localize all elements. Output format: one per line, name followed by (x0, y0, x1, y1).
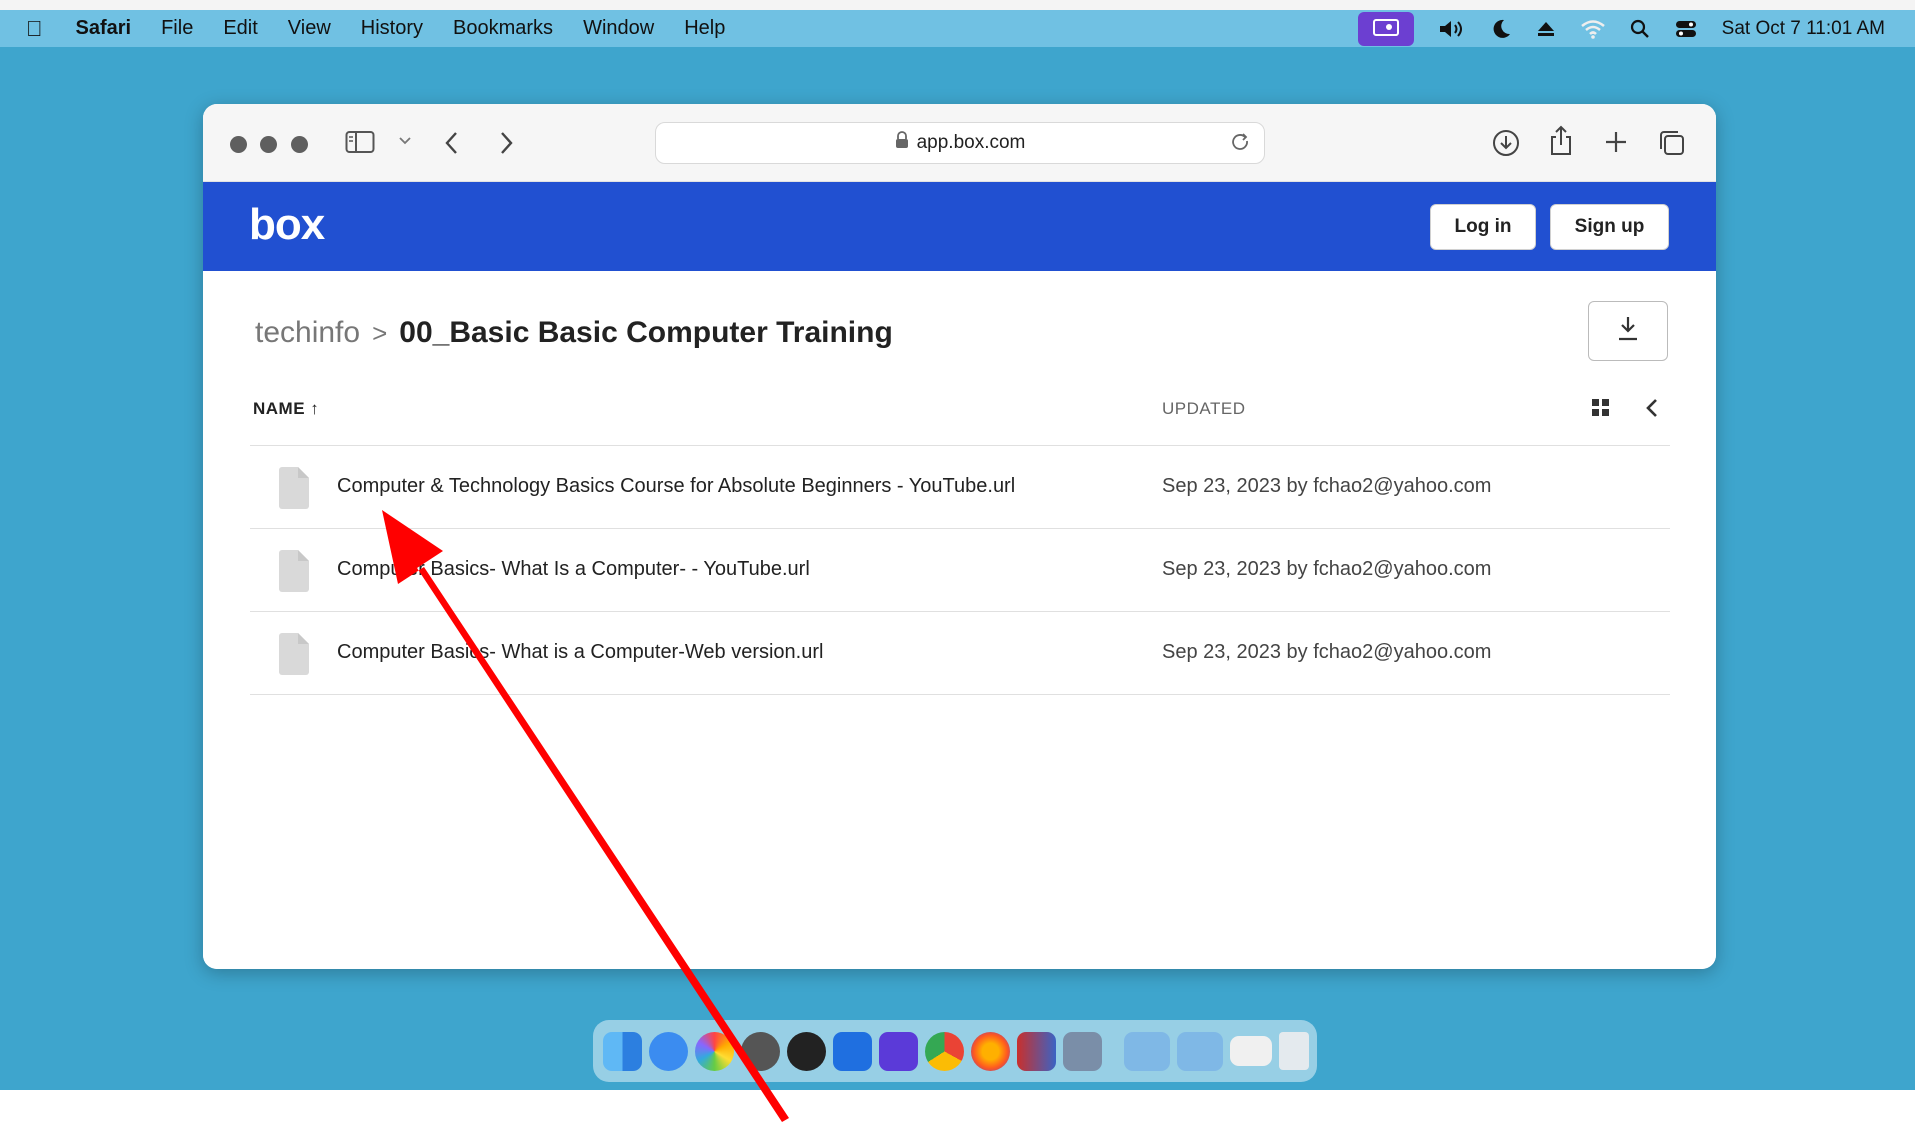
new-tab-icon[interactable] (1604, 130, 1628, 154)
file-icon (276, 549, 312, 598)
file-name-link[interactable]: Computer & Technology Basics Course for … (337, 475, 1015, 498)
table-row[interactable]: Computer Basics- What Is a Computer- - Y… (250, 529, 1670, 612)
downloads-icon[interactable] (1491, 128, 1521, 158)
browser-toolbar: app.box.com (203, 104, 1716, 182)
chevron-left-icon[interactable] (1645, 398, 1659, 423)
eject-icon[interactable] (1536, 10, 1556, 47)
file-name-link[interactable]: Computer Basics- What Is a Computer- - Y… (337, 558, 810, 581)
top-strip (0, 0, 1915, 10)
chevron-down-icon[interactable] (398, 136, 412, 146)
close-window-button[interactable] (230, 136, 247, 153)
menu-clock[interactable]: Sat Oct 7 11:01 AM (1722, 10, 1885, 47)
firefox-icon[interactable] (971, 1031, 1010, 1071)
parallels-icon[interactable] (1017, 1031, 1056, 1071)
grid-view-icon[interactable] (1591, 398, 1611, 423)
menu-app-name[interactable]: Safari (61, 17, 147, 40)
tab-overview-icon[interactable] (1658, 129, 1686, 157)
download-folder-button[interactable] (1588, 301, 1668, 361)
url-text: app.box.com (916, 132, 1026, 153)
safari-window: app.box.com box Log in Sign up techinfo … (203, 104, 1716, 969)
box-logo[interactable]: box (249, 200, 325, 250)
apple-menu-icon[interactable]:  (0, 16, 61, 42)
download-icon (1615, 315, 1641, 348)
forward-icon[interactable] (497, 130, 515, 156)
control-center-icon[interactable] (1674, 10, 1698, 47)
preview-icon[interactable] (1230, 1036, 1272, 1066)
table-row[interactable]: Computer & Technology Basics Course for … (250, 446, 1670, 529)
menu-bar:  Safari File Edit View History Bookmark… (0, 10, 1915, 47)
login-button[interactable]: Log in (1430, 204, 1536, 250)
minimize-window-button[interactable] (260, 136, 277, 153)
volume-icon[interactable] (1438, 10, 1466, 47)
chrome-icon[interactable] (925, 1031, 964, 1071)
file-icon (276, 632, 312, 681)
menu-view[interactable]: View (273, 17, 346, 40)
downloads-folder-icon[interactable] (1124, 1031, 1170, 1071)
photos-icon[interactable] (695, 1031, 734, 1071)
bottom-strip (0, 1090, 1915, 1123)
desktop:  Safari File Edit View History Bookmark… (0, 0, 1915, 1090)
teamviewer-icon[interactable] (833, 1031, 872, 1071)
imovie-icon[interactable] (879, 1031, 918, 1071)
share-icon[interactable] (1548, 125, 1574, 157)
column-header-updated[interactable]: UPDATED (1162, 399, 1245, 419)
address-bar[interactable]: app.box.com (655, 122, 1265, 164)
table-row[interactable]: Computer Basics- What is a Computer-Web … (250, 612, 1670, 695)
column-header-name[interactable]: NAME ↑ (253, 399, 319, 419)
file-updated: Sep 23, 2023 by fchao2@yahoo.com (1162, 641, 1492, 663)
sidebar-toggle-icon[interactable] (345, 130, 375, 154)
speedtest-icon[interactable] (787, 1031, 826, 1071)
page-title: 00_Basic Basic Computer Training (399, 316, 893, 349)
signup-button[interactable]: Sign up (1550, 204, 1669, 250)
applications-folder-icon[interactable] (1177, 1031, 1223, 1071)
menu-bookmarks[interactable]: Bookmarks (438, 17, 568, 40)
menu-help[interactable]: Help (669, 17, 740, 40)
table-header: NAME ↑ UPDATED (250, 371, 1670, 446)
screen-share-icon[interactable] (1357, 11, 1414, 46)
folder-content: techinfo > 00_Basic Basic Computer Train… (203, 271, 1716, 969)
file-updated: Sep 23, 2023 by fchao2@yahoo.com (1162, 475, 1492, 497)
zoom-window-button[interactable] (291, 136, 308, 153)
virtualbox-icon[interactable] (1063, 1031, 1102, 1071)
status-area: Sat Oct 7 11:01 AM (1357, 10, 1885, 47)
trash-icon[interactable] (1279, 1032, 1309, 1070)
menu-file[interactable]: File (146, 17, 208, 40)
breadcrumb: techinfo > 00_Basic Basic Computer Train… (255, 316, 893, 350)
file-icon (276, 466, 312, 515)
wifi-icon[interactable] (1580, 10, 1606, 47)
lock-icon (895, 131, 909, 155)
file-updated: Sep 23, 2023 by fchao2@yahoo.com (1162, 558, 1492, 580)
box-header: box Log in Sign up (203, 182, 1716, 271)
spotlight-search-icon[interactable] (1630, 10, 1650, 47)
focus-moon-icon[interactable] (1490, 10, 1512, 47)
safari-icon[interactable] (649, 1031, 688, 1071)
file-name-link[interactable]: Computer Basics- What is a Computer-Web … (337, 641, 823, 664)
reload-icon[interactable] (1230, 132, 1252, 160)
finder-icon[interactable] (603, 1031, 642, 1071)
menu-history[interactable]: History (346, 17, 438, 40)
breadcrumb-root-link[interactable]: techinfo (255, 316, 360, 350)
back-icon[interactable] (443, 130, 461, 156)
menu-edit[interactable]: Edit (208, 17, 272, 40)
launchpad-icon[interactable] (741, 1031, 780, 1071)
menu-window[interactable]: Window (568, 17, 669, 40)
dock (593, 1020, 1317, 1082)
breadcrumb-separator: > (372, 317, 388, 348)
